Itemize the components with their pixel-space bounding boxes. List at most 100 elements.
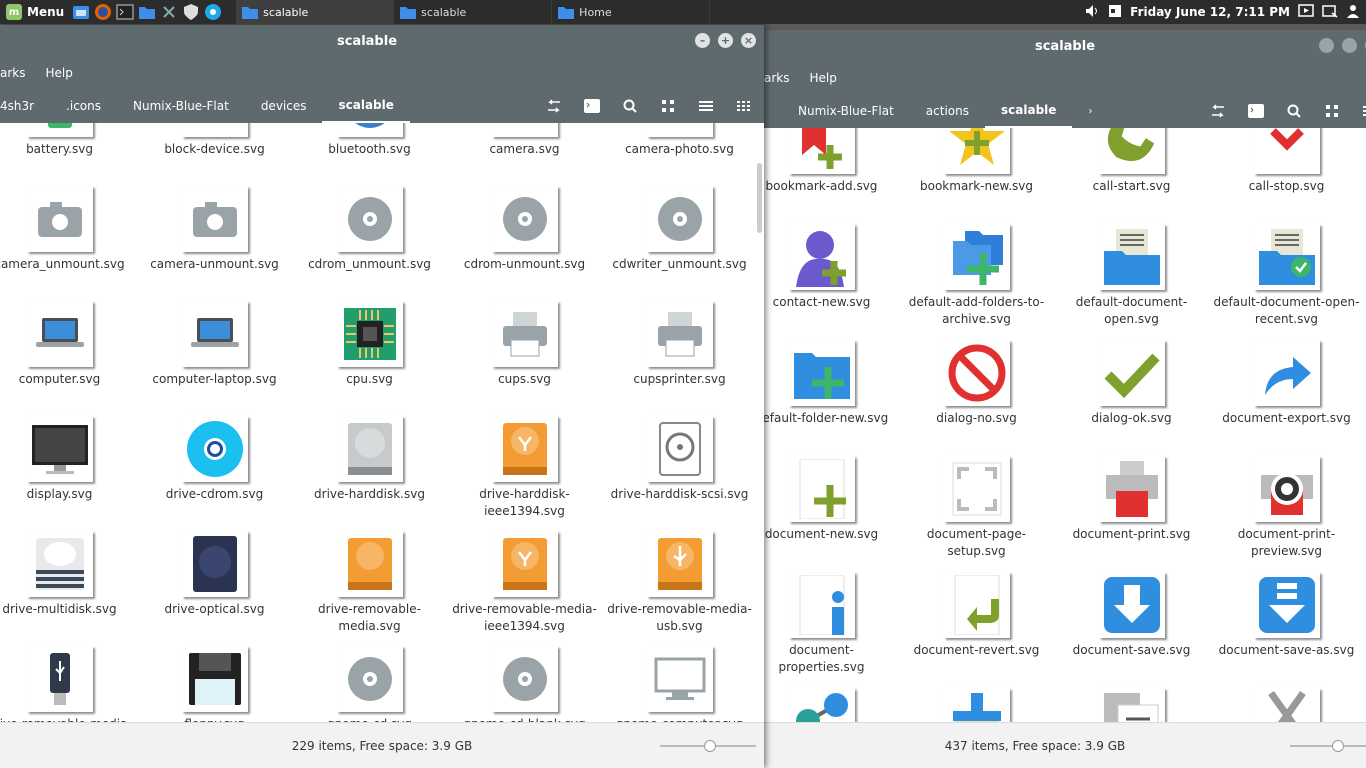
file-item[interactable]: document-save-as.svg (1209, 572, 1364, 688)
display-tray-icon[interactable] (1298, 3, 1314, 21)
file-item[interactable]: drive-removable-media-ieee1394.svg (447, 531, 602, 646)
file-item[interactable]: drive-removable-media-usb-pendrive.svg (0, 646, 137, 722)
front-file-view[interactable]: battery.svg block-device.svg bluetooth.svg… (0, 123, 764, 722)
list-view-icon[interactable] (1362, 103, 1366, 119)
back-file-manager-window[interactable]: scalable – + × arks Help Numix-Blue-Flat… (764, 30, 1366, 768)
compact-view-icon[interactable] (736, 98, 752, 114)
front-zoom-slider[interactable] (660, 740, 756, 752)
menu-bookmarks[interactable]: arks (764, 71, 790, 85)
file-item[interactable]: cupsprinter.svg (602, 301, 757, 416)
user-icon[interactable] (1346, 4, 1360, 21)
terminal-launcher-icon[interactable] (114, 2, 136, 22)
file-item[interactable]: contact-new.svg (764, 224, 899, 340)
maximize-button[interactable]: + (718, 33, 733, 48)
volume-icon[interactable] (1084, 3, 1100, 22)
file-item[interactable]: drive-cdrom.svg (137, 416, 292, 531)
file-item[interactable]: bookmark-add.svg (764, 128, 899, 224)
open-terminal-icon[interactable] (584, 98, 600, 114)
file-item[interactable]: cdrom-unmount.svg (447, 186, 602, 301)
minimize-button[interactable]: – (1319, 38, 1334, 53)
search-icon[interactable] (1286, 103, 1302, 119)
list-view-icon[interactable] (698, 98, 714, 114)
file-item[interactable]: gnome-cd.svg (292, 646, 447, 722)
file-item[interactable]: document-revert.svg (899, 572, 1054, 688)
file-item[interactable]: default-document-open-recent.svg (1209, 224, 1364, 340)
front-file-manager-window[interactable]: scalable – + × arks Help 4sh3r .icons Nu… (0, 25, 764, 768)
file-item[interactable]: document-new.svg (764, 456, 899, 572)
file-item[interactable] (899, 688, 1054, 722)
x-tool-launcher-icon[interactable] (158, 2, 180, 22)
file-item[interactable]: call-stop.svg (1209, 128, 1364, 224)
crumb-numix[interactable]: Numix-Blue-Flat (117, 89, 245, 123)
file-item[interactable]: default-document-open.svg (1054, 224, 1209, 340)
shield-launcher-icon[interactable] (180, 2, 202, 22)
task-home[interactable]: Home (552, 0, 711, 24)
crumb-next-arrow[interactable]: › (1072, 94, 1108, 128)
icon-view-icon[interactable] (1324, 103, 1340, 119)
file-item[interactable]: document-save.svg (1054, 572, 1209, 688)
file-item[interactable]: camera_unmount.svg (0, 186, 137, 301)
crumb-icons[interactable]: .icons (50, 89, 117, 123)
crumb-numix[interactable]: Numix-Blue-Flat (782, 94, 910, 128)
file-item[interactable]: drive-optical.svg (137, 531, 292, 646)
file-item[interactable]: bluetooth.svg (292, 123, 447, 186)
search-icon[interactable] (622, 98, 638, 114)
file-item[interactable]: call-start.svg (1054, 128, 1209, 224)
zoom-knob[interactable] (704, 740, 716, 752)
minimize-button[interactable]: – (695, 33, 710, 48)
toggle-location-icon[interactable] (546, 98, 562, 114)
file-item[interactable]: document-page-setup.svg (899, 456, 1054, 572)
file-item[interactable]: battery.svg (0, 123, 137, 186)
file-item[interactable]: dialog-ok.svg (1054, 340, 1209, 456)
file-item[interactable]: block-device.svg (137, 123, 292, 186)
file-item[interactable]: computer-laptop.svg (137, 301, 292, 416)
close-button[interactable]: × (741, 33, 756, 48)
icon-view-icon[interactable] (660, 98, 676, 114)
file-item[interactable]: document-print.svg (1054, 456, 1209, 572)
file-item[interactable]: bookmark-new.svg (899, 128, 1054, 224)
file-item[interactable] (764, 688, 899, 722)
file-item[interactable]: camera-photo.svg (602, 123, 757, 186)
crumb-home[interactable]: 4sh3r (0, 89, 50, 123)
file-item[interactable]: cdrom_unmount.svg (292, 186, 447, 301)
clock[interactable]: Friday June 12, 7:11 PM (1130, 5, 1290, 19)
firefox-launcher-icon[interactable] (92, 2, 114, 22)
file-item[interactable]: dialog-no.svg (899, 340, 1054, 456)
file-item[interactable] (1054, 688, 1209, 722)
zoom-knob[interactable] (1332, 740, 1344, 752)
file-item[interactable] (1209, 688, 1364, 722)
file-item[interactable]: cpu.svg (292, 301, 447, 416)
crumb-actions[interactable]: actions (910, 94, 985, 128)
crumb-scalable[interactable]: scalable (985, 94, 1073, 128)
file-item[interactable]: drive-removable-media-usb.svg (602, 531, 757, 646)
file-item[interactable]: gnome-computer.svg (602, 646, 757, 722)
app-launcher-icon[interactable] (202, 2, 224, 22)
file-item[interactable]: drive-removable-media.svg (292, 531, 447, 646)
file-item[interactable]: cups.svg (447, 301, 602, 416)
file-item[interactable]: drive-harddisk.svg (292, 416, 447, 531)
folder-launcher-icon[interactable] (136, 2, 158, 22)
file-item[interactable]: display.svg (0, 416, 137, 531)
menu-help[interactable]: Help (810, 71, 837, 85)
back-zoom-slider[interactable] (1290, 740, 1366, 752)
file-item[interactable]: floppy.svg (137, 646, 292, 722)
maximize-button[interactable]: + (1342, 38, 1357, 53)
file-item[interactable]: document-properties.svg (764, 572, 899, 688)
front-window-titlebar[interactable]: scalable – + × (0, 25, 764, 57)
file-item[interactable]: computer.svg (0, 301, 137, 416)
open-terminal-icon[interactable] (1248, 103, 1264, 119)
file-item[interactable]: drive-multidisk.svg (0, 531, 137, 646)
file-item[interactable]: camera-unmount.svg (137, 186, 292, 301)
task-scalable-1[interactable]: scalable (236, 0, 395, 24)
file-item[interactable]: document-print-preview.svg (1209, 456, 1364, 572)
crumb-devices[interactable]: devices (245, 89, 323, 123)
back-window-titlebar[interactable]: scalable – + × (764, 30, 1366, 62)
task-scalable-2[interactable]: scalable (394, 0, 553, 24)
menu-bookmarks[interactable]: arks (0, 66, 26, 80)
file-item[interactable]: gnome-cd-blank.svg (447, 646, 602, 722)
file-item[interactable]: default-folder-new.svg (764, 340, 899, 456)
menu-button[interactable]: m Menu (0, 0, 70, 24)
crumb-scalable[interactable]: scalable (322, 89, 410, 123)
file-item[interactable]: cdwriter_unmount.svg (602, 186, 757, 301)
file-item[interactable]: document-export.svg (1209, 340, 1364, 456)
